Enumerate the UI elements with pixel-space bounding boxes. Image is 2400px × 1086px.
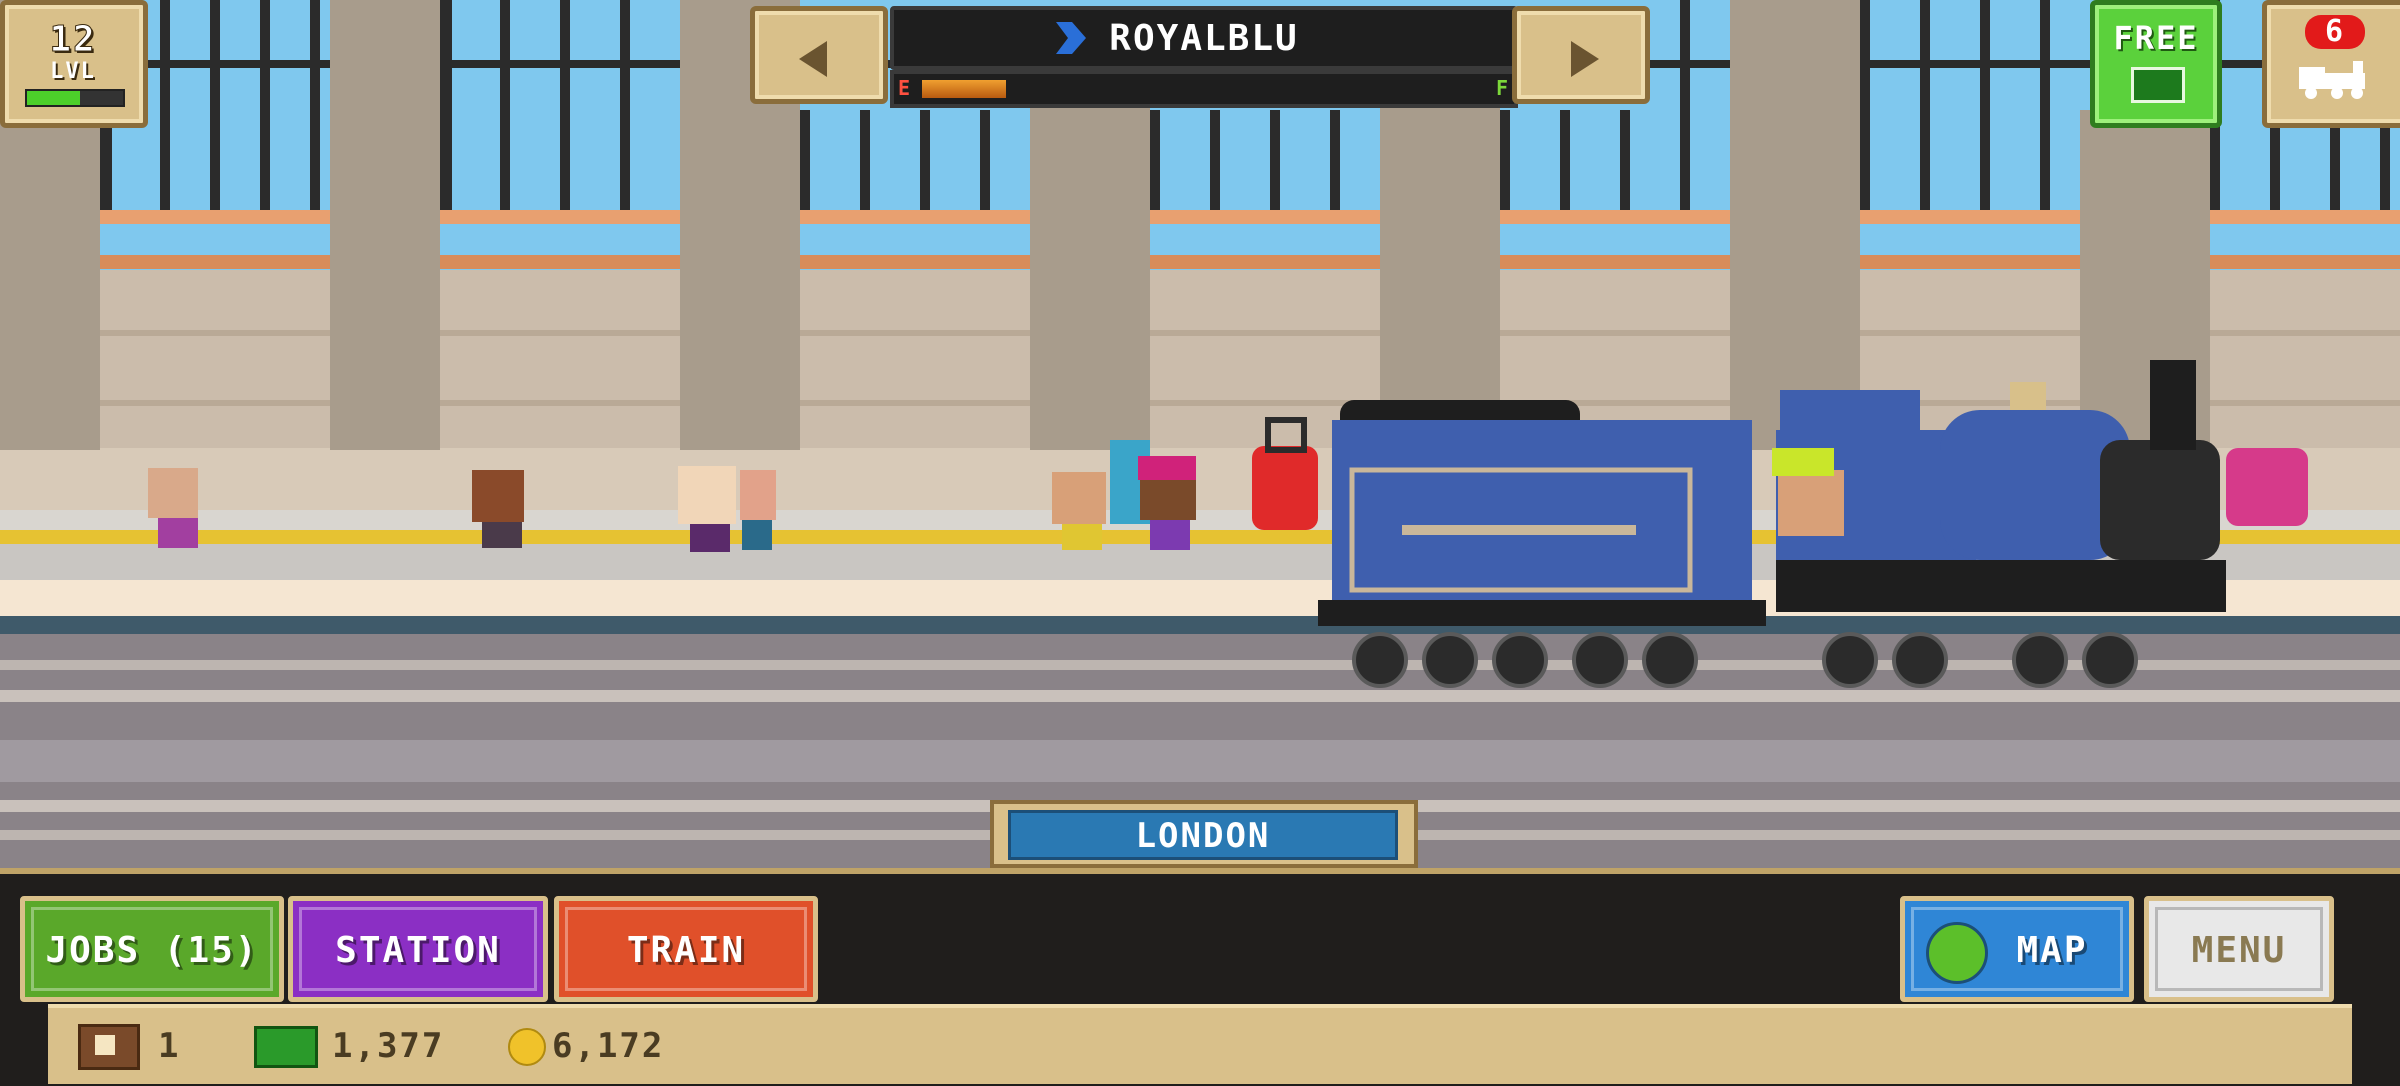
level-badge[interactable]: 12 LVL [0, 0, 148, 128]
map-button-frame: MAP [1911, 907, 2123, 991]
free-cash-button[interactable]: FREE [2090, 0, 2222, 128]
coins-amount: 6,172 [552, 1026, 665, 1066]
train-selector-panel: ROYALBLU E F [750, 0, 1650, 112]
fuel-gauge: E F [890, 70, 1518, 108]
coin-icon [508, 1028, 546, 1066]
free-label: FREE [2113, 19, 2199, 57]
fuel-fill [922, 80, 1006, 98]
next-train-button[interactable] [1512, 6, 1650, 104]
jobs-button-frame: JOBS (15) [31, 907, 273, 991]
fuel-full-label: F [1495, 76, 1510, 100]
station-button-frame: STATION [299, 907, 537, 991]
locomotive-icon [2299, 61, 2365, 99]
station-sign: LONDON [990, 800, 1418, 868]
station-name-plate: LONDON [1008, 810, 1398, 860]
train-button[interactable]: TRAIN [554, 896, 818, 1002]
ticket-icon [78, 1024, 140, 1070]
station-button[interactable]: STATION [288, 896, 548, 1002]
level-label: LVL [50, 59, 96, 84]
train-button-label: TRAIN [626, 930, 746, 971]
fuel-empty-label: E [898, 76, 913, 100]
train-button-frame: TRAIN [565, 907, 807, 991]
tickets-count: 1 [158, 1026, 181, 1066]
cash-gift-icon [2131, 67, 2185, 103]
globe-icon [1926, 922, 1988, 984]
train-name-box: ROYALBLU [890, 6, 1518, 70]
station-button-label: STATION [335, 930, 501, 971]
station-name: LONDON [1135, 816, 1271, 856]
level-progress-fill [27, 91, 80, 105]
train-name: ROYALBLU [1109, 18, 1299, 59]
menu-button-frame: MENU [2155, 907, 2323, 991]
cash-amount: 1,377 [332, 1026, 445, 1066]
arrow-right-icon [1571, 41, 1599, 77]
level-number: 12 [49, 19, 97, 61]
trains-button[interactable]: 6 [2262, 0, 2400, 128]
prev-train-button[interactable] [750, 6, 888, 104]
arrow-left-icon [799, 41, 827, 77]
jobs-button[interactable]: JOBS (15) [20, 896, 284, 1002]
menu-button-label: MENU [2191, 930, 2287, 971]
level-progress-bar [25, 89, 125, 107]
cash-icon [254, 1026, 318, 1068]
jobs-button-label: JOBS (15) [45, 930, 259, 971]
trains-count-badge: 6 [2305, 15, 2365, 49]
menu-button[interactable]: MENU [2144, 896, 2334, 1002]
currency-bar: 1 1,377 6,172 [48, 1004, 2352, 1084]
map-button-label: MAP [2016, 930, 2088, 971]
map-button[interactable]: MAP [1900, 896, 2134, 1002]
